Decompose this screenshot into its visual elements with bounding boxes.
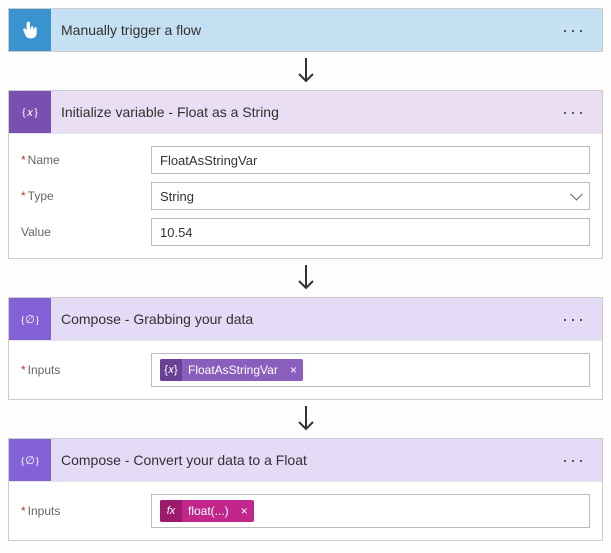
field-row-inputs: Inputs fx float(...) ×: [21, 494, 590, 528]
select-type[interactable]: String: [151, 182, 590, 210]
label-value: Value: [21, 225, 151, 239]
card-body-compose-grab: Inputs {𝑥} FloatAsStringVar ×: [9, 340, 602, 399]
input-inputs[interactable]: {𝑥} FloatAsStringVar ×: [151, 353, 590, 387]
fx-icon: fx: [160, 500, 182, 522]
svg-text:{𝑥}: {𝑥}: [21, 106, 39, 119]
input-value[interactable]: 10.54: [151, 218, 590, 246]
flow-arrow: [8, 259, 603, 297]
flow-arrow: [8, 52, 603, 90]
card-header-compose-grab[interactable]: {∅} Compose - Grabbing your data ···: [9, 298, 602, 340]
field-row-name: Name FloatAsStringVar: [21, 146, 590, 174]
card-title: Initialize variable - Float as a String: [51, 104, 558, 120]
token-label: FloatAsStringVar: [182, 363, 284, 377]
token-label: float(...): [182, 504, 235, 518]
card-header-init-variable[interactable]: {𝑥} Initialize variable - Float as a Str…: [9, 91, 602, 133]
card-header-compose-convert[interactable]: {∅} Compose - Convert your data to a Flo…: [9, 439, 602, 481]
token-remove-button[interactable]: ×: [235, 504, 254, 518]
svg-text:{∅}: {∅}: [20, 455, 40, 467]
label-name: Name: [21, 153, 151, 167]
token-remove-button[interactable]: ×: [284, 363, 303, 377]
variable-icon: {𝑥}: [9, 91, 51, 133]
card-menu-button[interactable]: ···: [558, 102, 590, 123]
field-row-type: Type String: [21, 182, 590, 210]
card-title: Compose - Grabbing your data: [51, 311, 558, 327]
compose-icon: {∅}: [9, 439, 51, 481]
svg-text:{∅}: {∅}: [20, 314, 40, 326]
card-body-compose-convert: Inputs fx float(...) ×: [9, 481, 602, 540]
card-title: Manually trigger a flow: [51, 22, 558, 38]
field-row-value: Value 10.54: [21, 218, 590, 246]
token-expression[interactable]: fx float(...) ×: [160, 500, 254, 522]
touch-icon: [9, 9, 51, 51]
card-header-trigger[interactable]: Manually trigger a flow ···: [9, 9, 602, 51]
flow-arrow: [8, 400, 603, 438]
card-menu-button[interactable]: ···: [558, 309, 590, 330]
action-card-trigger: Manually trigger a flow ···: [8, 8, 603, 52]
card-body-init-variable: Name FloatAsStringVar Type String Value …: [9, 133, 602, 258]
action-card-compose-convert: {∅} Compose - Convert your data to a Flo…: [8, 438, 603, 541]
card-menu-button[interactable]: ···: [558, 20, 590, 41]
label-inputs: Inputs: [21, 504, 151, 518]
action-card-init-variable: {𝑥} Initialize variable - Float as a Str…: [8, 90, 603, 259]
field-row-inputs: Inputs {𝑥} FloatAsStringVar ×: [21, 353, 590, 387]
label-inputs: Inputs: [21, 363, 151, 377]
card-title: Compose - Convert your data to a Float: [51, 452, 558, 468]
input-inputs[interactable]: fx float(...) ×: [151, 494, 590, 528]
token-variable[interactable]: {𝑥} FloatAsStringVar ×: [160, 359, 303, 381]
variable-icon: {𝑥}: [160, 359, 182, 381]
card-menu-button[interactable]: ···: [558, 450, 590, 471]
compose-icon: {∅}: [9, 298, 51, 340]
select-type-value: String: [160, 189, 194, 204]
input-name[interactable]: FloatAsStringVar: [151, 146, 590, 174]
action-card-compose-grab: {∅} Compose - Grabbing your data ··· Inp…: [8, 297, 603, 400]
label-type: Type: [21, 189, 151, 203]
